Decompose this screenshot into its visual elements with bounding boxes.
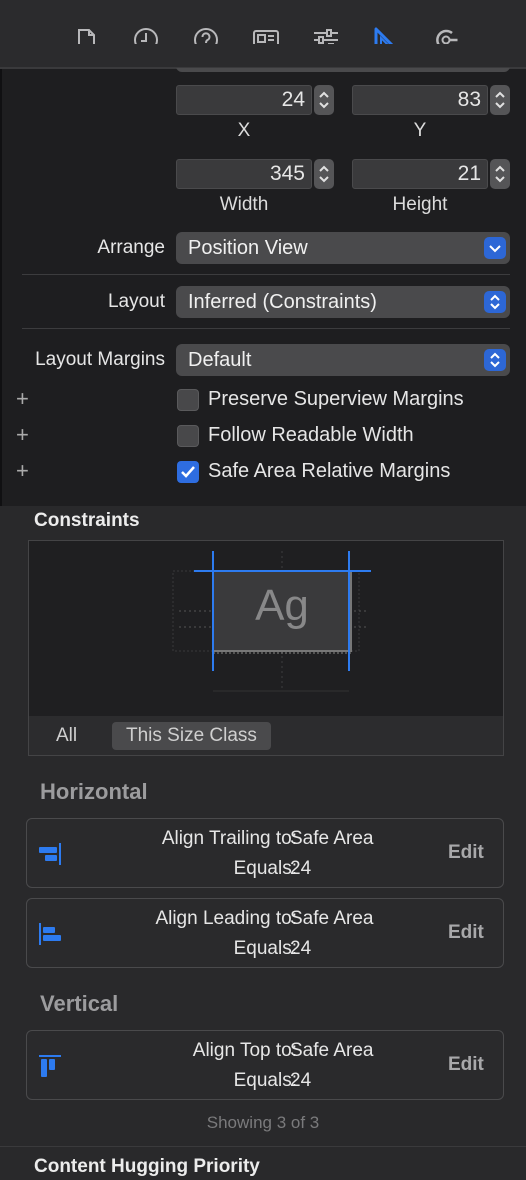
width-stepper[interactable]: [314, 159, 334, 189]
constraint-constant: 24: [290, 1070, 312, 1091]
follow-readable-width-checkbox[interactable]: [177, 425, 199, 447]
height-stepper[interactable]: [490, 159, 510, 189]
divider: [22, 328, 510, 329]
x-field[interactable]: 24: [176, 85, 312, 115]
layout-margins-value: Default: [188, 349, 252, 371]
preserve-superview-margins-checkbox[interactable]: [177, 389, 199, 411]
add-variation-button[interactable]: +: [16, 422, 29, 448]
edit-button[interactable]: Edit: [448, 842, 484, 864]
arrange-label: Arrange: [97, 237, 165, 258]
constraint-equals-label: Equals:: [233, 858, 297, 879]
chevron-updown-icon: [484, 291, 506, 313]
constraint-card[interactable]: Align Trailing to: Safe Area Equals: 24 …: [26, 818, 504, 888]
x-stepper[interactable]: [314, 85, 334, 115]
height-label: Height: [392, 194, 448, 215]
arrange-popup[interactable]: Position View: [176, 232, 510, 264]
add-variation-button[interactable]: +: [16, 386, 29, 412]
chevron-down-icon: [484, 237, 506, 259]
y-field[interactable]: 83: [352, 85, 488, 115]
constraint-type: Align Top to:: [192, 1040, 297, 1061]
safe-area-relative-margins-label: Safe Area Relative Margins: [208, 460, 451, 482]
checkmark-icon: [181, 466, 195, 478]
layout-label: Layout: [107, 291, 165, 312]
layout-margins-popup[interactable]: Default: [176, 344, 510, 376]
preserve-superview-margins-label: Preserve Superview Margins: [208, 388, 464, 410]
showing-count: Showing 3 of 3: [206, 1113, 320, 1132]
constraint-equals-label: Equals:: [233, 1070, 297, 1091]
tab-all[interactable]: All: [56, 722, 77, 750]
arrange-value: Position View: [188, 237, 308, 259]
layout-margins-label: Layout Margins: [35, 349, 165, 370]
tab-this-size-class[interactable]: This Size Class: [112, 722, 271, 750]
layout-popup[interactable]: Inferred (Constraints): [176, 286, 510, 318]
horizontal-title: Horizontal: [40, 779, 148, 804]
constraint-target: Safe Area: [290, 828, 374, 849]
toolbar-overlay: [0, 44, 526, 68]
follow-readable-width-label: Follow Readable Width: [208, 424, 414, 446]
toolbar-divider: [0, 67, 526, 68]
constraint-card[interactable]: Align Leading to: Safe Area Equals: 24 E…: [26, 898, 504, 968]
vertical-title: Vertical: [40, 991, 119, 1016]
constraint-constant: 24: [290, 858, 312, 879]
preview-text: Ag: [255, 581, 309, 630]
add-variation-button[interactable]: +: [16, 458, 29, 484]
divider: [22, 274, 510, 275]
constraint-card[interactable]: Align Top to: Safe Area Equals: 24 Edit: [26, 1030, 504, 1100]
safe-area-relative-margins-checkbox[interactable]: [177, 461, 199, 483]
width-label: Width: [219, 194, 269, 215]
height-field[interactable]: 21: [352, 159, 488, 189]
chevron-updown-icon: [484, 349, 506, 371]
constraint-target: Safe Area: [290, 1040, 374, 1061]
constraint-constant: 24: [290, 938, 312, 959]
constraint-equals-label: Equals:: [233, 938, 297, 959]
constraint-type: Align Leading to:: [155, 908, 297, 929]
content-hugging-title: Content Hugging Priority: [34, 1156, 260, 1177]
layout-value: Inferred (Constraints): [188, 291, 377, 313]
edit-button[interactable]: Edit: [448, 922, 484, 944]
y-label: Y: [413, 120, 427, 141]
x-label: X: [237, 120, 251, 141]
width-field[interactable]: 345: [176, 159, 312, 189]
constraint-target: Safe Area: [290, 908, 374, 929]
edit-button[interactable]: Edit: [448, 1054, 484, 1076]
y-stepper[interactable]: [490, 85, 510, 115]
constraints-title: Constraints: [34, 510, 140, 531]
constraint-type: Align Trailing to:: [161, 828, 297, 849]
divider: [0, 1146, 526, 1147]
